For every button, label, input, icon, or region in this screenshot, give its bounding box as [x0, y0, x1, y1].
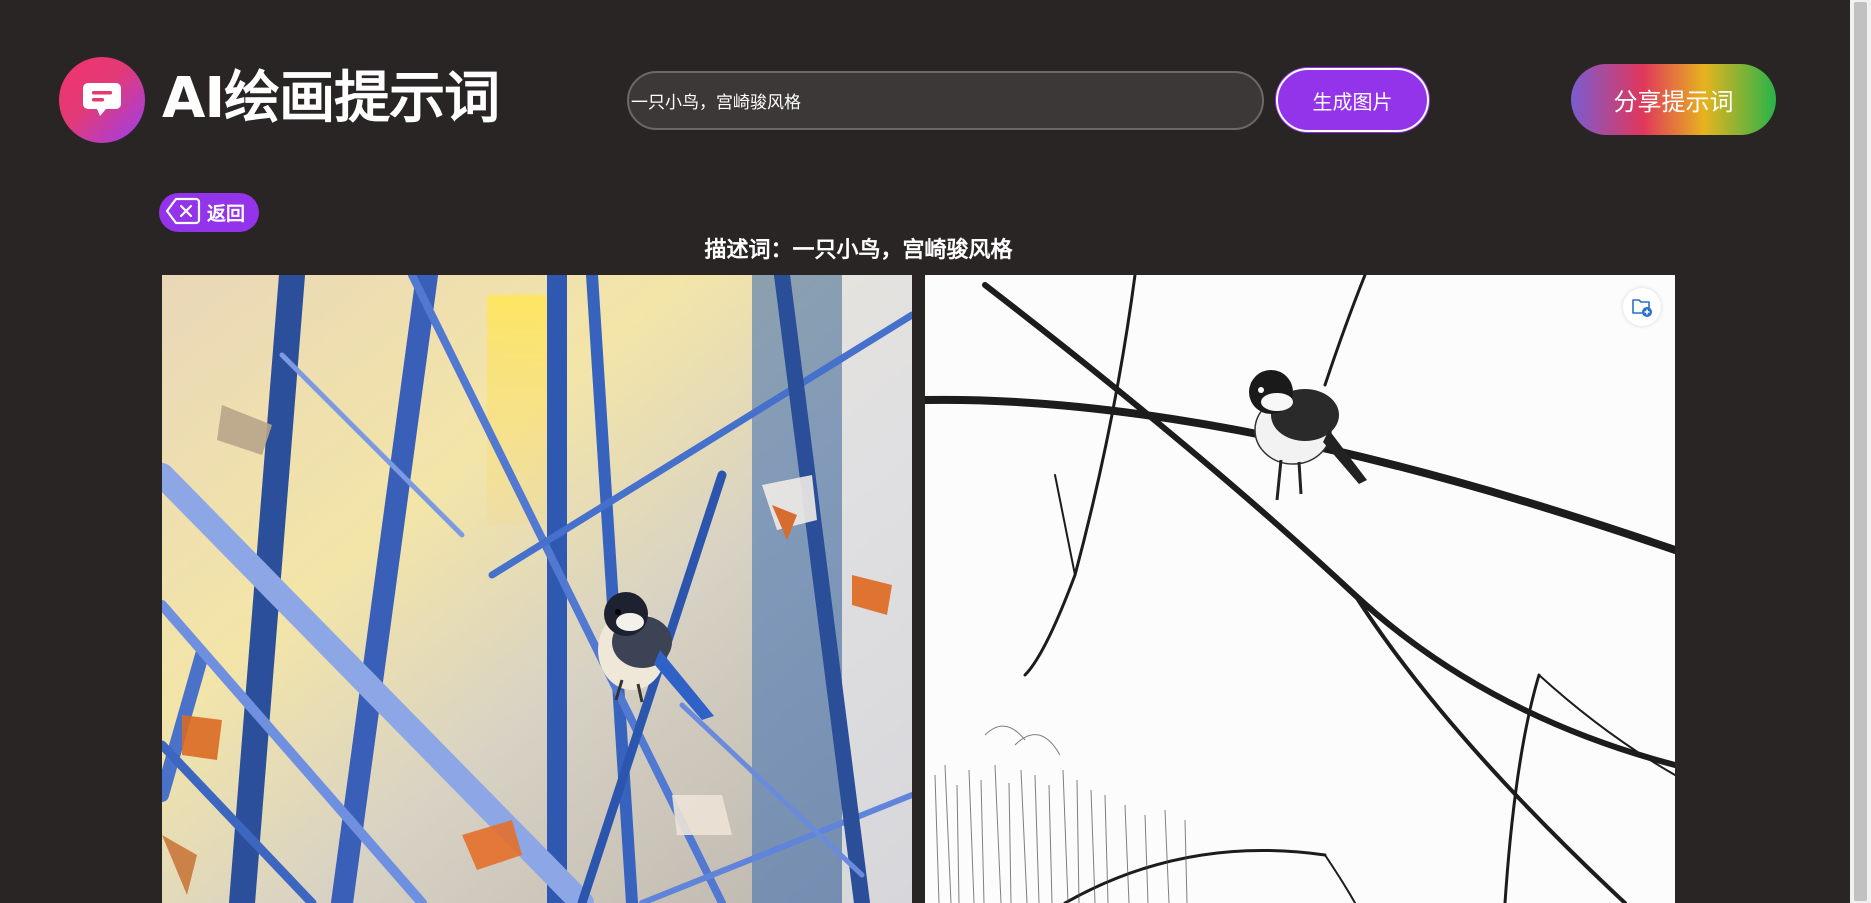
back-button[interactable]: 返回	[159, 193, 259, 232]
chat-bubble-icon	[79, 75, 125, 125]
favorite-add-icon	[1630, 295, 1654, 319]
image-gallery	[162, 275, 1676, 903]
favorite-add-button[interactable]	[1623, 288, 1661, 326]
header: AI绘画提示词 生成图片 分享提示词	[0, 0, 1850, 190]
scrollbar-thumb[interactable]	[1854, 2, 1867, 901]
prompt-input[interactable]	[627, 71, 1264, 130]
app-title: AI绘画提示词	[162, 66, 500, 131]
generated-image-2[interactable]	[925, 275, 1675, 903]
backspace-x-icon	[165, 196, 201, 230]
generate-image-button[interactable]: 生成图片	[1276, 68, 1429, 132]
share-prompt-button[interactable]: 分享提示词	[1571, 64, 1776, 135]
back-label: 返回	[207, 203, 246, 225]
prompt-description: 描述词：一只小鸟，宫崎骏风格	[704, 238, 1013, 263]
generated-image-1[interactable]	[162, 275, 912, 903]
logo[interactable]	[59, 57, 145, 143]
page-scrollbar[interactable]	[1850, 0, 1871, 903]
